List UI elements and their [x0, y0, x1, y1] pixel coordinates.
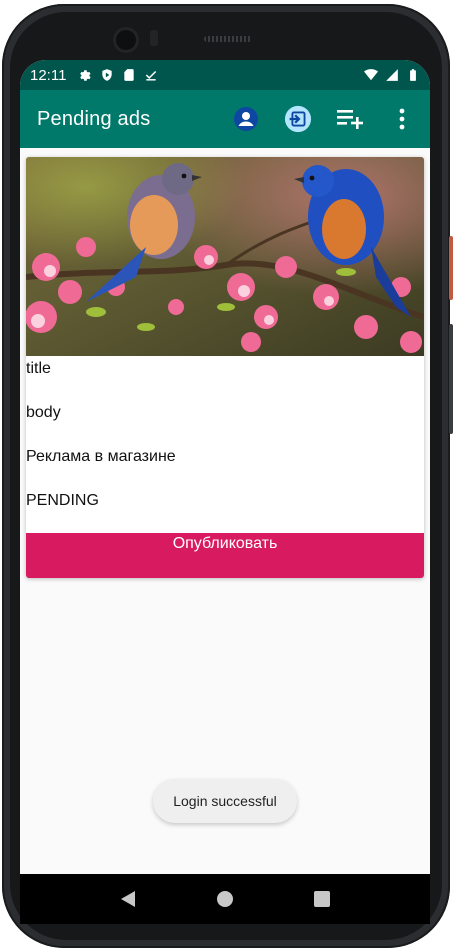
- battery-icon: [410, 69, 416, 81]
- power-button: [449, 236, 453, 300]
- download-done-icon: [146, 70, 157, 81]
- shield-play-icon: [102, 69, 113, 81]
- device-screen: 12:11 Pending ads title body Реклама в м…: [20, 60, 430, 874]
- app-bar: Pending ads: [20, 90, 430, 148]
- toast-message: Login successful: [153, 779, 297, 823]
- signal-icon: [386, 69, 398, 81]
- ad-card: title body Реклама в магазине PENDING Оп…: [26, 157, 424, 578]
- account-icon: [234, 107, 258, 131]
- recents-icon: [313, 891, 330, 907]
- login-icon: [284, 105, 312, 133]
- nav-home-button[interactable]: [215, 889, 235, 909]
- gear-icon: [80, 70, 92, 81]
- ad-status: PENDING: [26, 492, 99, 509]
- front-camera: [116, 30, 136, 50]
- home-icon: [216, 891, 233, 907]
- overflow-menu-icon: [399, 108, 405, 130]
- status-bar: 12:11: [20, 60, 430, 90]
- sd-card-icon: [124, 69, 135, 81]
- volume-button: [449, 324, 453, 434]
- nav-back-button[interactable]: [118, 889, 138, 909]
- proximity-sensor: [150, 30, 158, 46]
- add-ad-button[interactable]: [336, 105, 364, 133]
- overflow-menu-button[interactable]: [388, 105, 416, 133]
- account-button[interactable]: [232, 105, 260, 133]
- wifi-icon: [364, 69, 378, 81]
- nav-recents-button[interactable]: [312, 889, 332, 909]
- earpiece-speaker: [204, 36, 252, 42]
- back-icon: [121, 891, 136, 907]
- status-time: 12:11: [30, 66, 67, 84]
- ad-image: [26, 157, 424, 356]
- navigation-bar: [20, 874, 430, 924]
- publish-button[interactable]: Опубликовать: [26, 533, 424, 578]
- page-title: Pending ads: [37, 107, 151, 130]
- ad-category: Реклама в магазине: [26, 448, 176, 465]
- login-button[interactable]: [284, 105, 312, 133]
- ad-body: body: [26, 404, 61, 421]
- playlist-add-icon: [337, 110, 363, 129]
- ad-title: title: [26, 360, 51, 377]
